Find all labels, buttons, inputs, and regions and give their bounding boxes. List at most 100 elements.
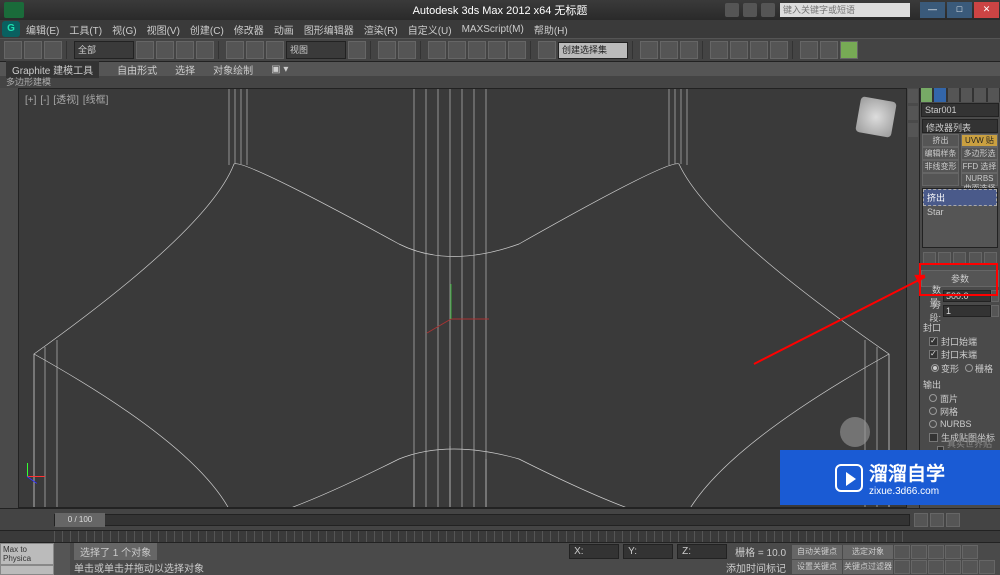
track-bar[interactable] [0, 530, 1000, 542]
search-box[interactable] [780, 3, 910, 17]
ribbon-collapse-icon[interactable]: ▣ ▾ [271, 64, 288, 75]
menu-rendering[interactable]: 渲染(R) [364, 22, 398, 37]
search-input[interactable] [780, 3, 910, 17]
menu-animation[interactable]: 动画 [274, 22, 294, 37]
undo-button[interactable] [4, 41, 22, 59]
editselset-button[interactable] [538, 41, 556, 59]
menu-edit[interactable]: 编辑(E) [26, 22, 59, 37]
schematic-button[interactable] [750, 41, 768, 59]
layers-button[interactable] [680, 41, 698, 59]
pivot-button[interactable] [348, 41, 366, 59]
timeslider-btn1[interactable] [914, 513, 928, 527]
ribbon-tab-freeform[interactable]: 自由形式 [117, 62, 157, 77]
ribbon-tab-selection[interactable]: 选择 [175, 62, 195, 77]
app-menu-icon[interactable]: G [2, 21, 20, 37]
window-crossing-button[interactable] [196, 41, 214, 59]
tab-utilities[interactable] [988, 88, 999, 102]
timeslider-btn3[interactable] [946, 513, 960, 527]
menu-modifiers[interactable]: 修改器 [234, 22, 264, 37]
percentsnap-button[interactable] [488, 41, 506, 59]
selected-button[interactable]: 选定对象 [843, 545, 893, 559]
segments-spinner[interactable]: 1 [943, 305, 991, 317]
close-button[interactable]: ✕ [974, 2, 999, 18]
stack-unique-icon[interactable] [953, 252, 966, 265]
mirror-button[interactable] [640, 41, 658, 59]
render-button[interactable] [840, 41, 858, 59]
btn-uvw[interactable]: UVW 贴图 [961, 134, 998, 147]
ribbon-tab-graphite[interactable]: Graphite 建模工具 [6, 61, 99, 78]
select-name-button[interactable] [156, 41, 174, 59]
link-button[interactable] [44, 41, 62, 59]
cap-start-checkbox[interactable] [929, 337, 938, 346]
snap2d-button[interactable] [428, 41, 446, 59]
matedit-button[interactable] [770, 41, 788, 59]
coord-x[interactable]: X: [569, 544, 619, 559]
tab-create[interactable] [921, 88, 932, 102]
autokey-button[interactable]: 自动关键点 [792, 545, 842, 559]
nav-orbit-icon[interactable] [962, 560, 978, 574]
btn-nurbssel[interactable]: NURBS 曲面选择 [961, 173, 998, 186]
morph-radio[interactable] [931, 364, 939, 372]
goto-start-icon[interactable] [894, 545, 910, 559]
amount-spin-icon[interactable] [991, 290, 999, 302]
renderfb-button[interactable] [820, 41, 838, 59]
coord-z[interactable]: Z: [677, 544, 727, 559]
nav-zoom-icon[interactable] [911, 560, 927, 574]
stack-show-icon[interactable] [938, 252, 951, 265]
nav-maxtoggle-icon[interactable] [979, 560, 995, 574]
menu-grapheditors[interactable]: 图形编辑器 [304, 22, 354, 37]
select-rect-button[interactable] [176, 41, 194, 59]
star-icon[interactable] [761, 3, 775, 17]
script-listener-2[interactable] [0, 565, 54, 575]
setkey-button[interactable]: 设置关键点 [792, 560, 842, 574]
menu-maxscript[interactable]: MAXScript(M) [462, 24, 524, 35]
tab-motion[interactable] [961, 88, 972, 102]
menu-tools[interactable]: 工具(T) [69, 22, 102, 37]
minimize-button[interactable]: — [920, 2, 945, 18]
tab-display[interactable] [974, 88, 985, 102]
ribbon-tab-paint[interactable]: 对象绘制 [213, 62, 253, 77]
btn-polysel[interactable]: 多边形选择 [961, 147, 998, 160]
script-listener-1[interactable]: Max to Physica [0, 543, 54, 565]
rendersetup-button[interactable] [800, 41, 818, 59]
comm-icon[interactable] [743, 3, 757, 17]
nav-pan-icon[interactable] [894, 560, 910, 574]
cap-end-checkbox[interactable] [929, 350, 938, 359]
lock-icon[interactable] [54, 543, 70, 575]
align-button[interactable] [660, 41, 678, 59]
out-patch-radio[interactable] [929, 394, 937, 402]
btn-extrude[interactable]: 挤出 [922, 134, 959, 147]
manip-button[interactable] [378, 41, 396, 59]
keymode-button[interactable] [398, 41, 416, 59]
spinnersnap-button[interactable] [508, 41, 526, 59]
steering-wheel[interactable] [840, 417, 870, 447]
stack-config-icon[interactable] [984, 252, 997, 265]
selset-dropdown[interactable]: 创建选择集 [558, 42, 628, 59]
viewcube[interactable] [855, 96, 897, 138]
curveed-button[interactable] [730, 41, 748, 59]
modifier-stack[interactable]: 挤出 Star [922, 188, 998, 248]
add-time-tag[interactable]: 添加时间标记 [726, 560, 786, 575]
stack-star[interactable]: Star [923, 206, 997, 218]
object-name-field[interactable]: Star001 [921, 103, 999, 117]
stack-extrude[interactable]: 挤出 [923, 189, 997, 206]
amount-spinner[interactable]: 500.0 [943, 290, 991, 302]
modifier-list-dropdown[interactable]: 修改器列表 [922, 119, 998, 133]
time-handle[interactable]: 0 / 100 [55, 513, 105, 527]
menu-group[interactable]: 视(G) [112, 22, 136, 37]
help-icon[interactable] [725, 3, 739, 17]
selection-filter-dropdown[interactable]: 全部 [74, 41, 134, 59]
btn-editspline[interactable]: 编辑样条线 [922, 147, 959, 160]
coord-y[interactable]: Y: [623, 544, 673, 559]
stack-pin-icon[interactable] [923, 252, 936, 265]
btn-pathdeform[interactable]: 非线变形 [922, 160, 959, 173]
nav-zoomext-icon[interactable] [928, 560, 944, 574]
rotate-button[interactable] [246, 41, 264, 59]
move-button[interactable] [226, 41, 244, 59]
segments-spin-icon[interactable] [991, 305, 999, 317]
nav-fov-icon[interactable] [945, 560, 961, 574]
menu-views[interactable]: 视图(V) [147, 22, 180, 37]
play-icon[interactable] [928, 545, 944, 559]
out-mesh-radio[interactable] [929, 407, 937, 415]
prev-frame-icon[interactable] [911, 545, 927, 559]
